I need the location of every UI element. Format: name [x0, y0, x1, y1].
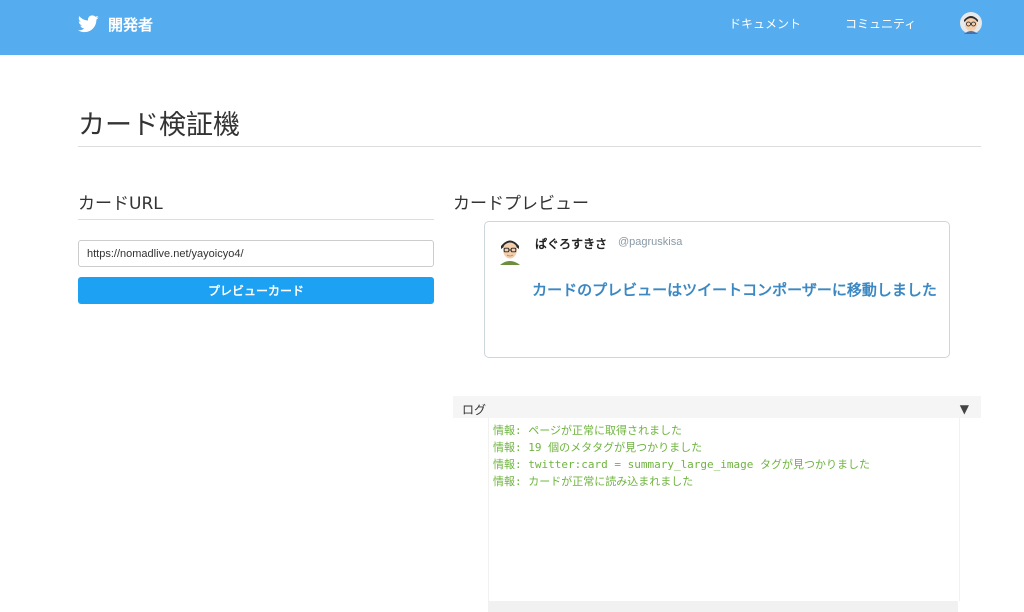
preview-card-button[interactable]: プレビューカード	[78, 277, 434, 304]
log-line: 情報: twitter:card = summary_large_image タ…	[493, 458, 871, 471]
twitter-bird-icon	[78, 15, 99, 33]
top-nav-bar: 開発者 ドキュメント コミュニティ	[0, 0, 1024, 55]
card-url-input[interactable]	[78, 240, 434, 267]
log-label: ログ	[462, 403, 487, 417]
log-line: 情報: ページが正常に取得されました	[493, 424, 683, 437]
preview-user-name: ぱぐろすきさ	[535, 237, 608, 251]
page-title: カード検証機	[78, 110, 240, 141]
preview-moved-message: カードのプレビューはツイートコンポーザーに移動しました	[532, 281, 937, 299]
log-line: 情報: 19 個のメタタグが見つかりました	[493, 441, 703, 454]
title-divider	[78, 146, 981, 147]
log-line: 情報: カードが正常に読み込まれました	[493, 475, 694, 488]
nav-link-community[interactable]: コミュニティ	[845, 15, 916, 32]
nav-link-docs[interactable]: ドキュメント	[729, 15, 801, 32]
preview-user-avatar	[500, 240, 520, 265]
user-avatar[interactable]	[960, 12, 982, 34]
card-url-heading: カードURL	[78, 194, 163, 214]
card-preview-panel: ぱぐろすきさ @pagruskisa カードのプレビューはツイートコンポーザーに…	[484, 221, 950, 358]
log-header[interactable]: ログ ▼	[453, 396, 981, 418]
brand-link[interactable]: 開発者	[78, 12, 153, 36]
brand-label: 開発者	[108, 15, 154, 34]
log-scroll-area	[488, 601, 958, 612]
card-preview-heading: カードプレビュー	[453, 194, 589, 214]
triangle-down-icon[interactable]: ▼	[960, 402, 969, 416]
card-url-divider	[78, 219, 434, 220]
log-panel: 情報: ページが正常に取得されました 情報: 19 個のメタタグが見つかりました…	[488, 418, 960, 601]
preview-user-handle: @pagruskisa	[618, 236, 683, 248]
